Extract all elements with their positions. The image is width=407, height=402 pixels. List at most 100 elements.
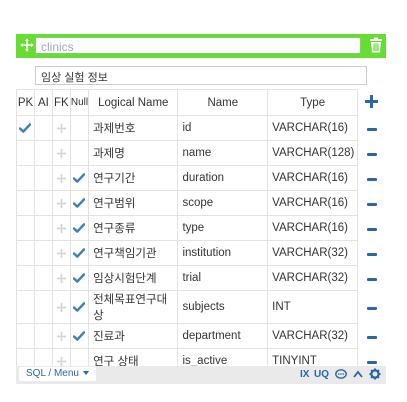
fk-toggle[interactable] <box>51 323 71 349</box>
column-type-input[interactable]: VARCHAR(16) <box>267 165 359 191</box>
column-row[interactable]: 과제번호 id VARCHAR(16) <box>16 115 386 141</box>
fk-toggle[interactable] <box>51 165 71 191</box>
column-row[interactable]: 임상시험단계 trial VARCHAR(32) <box>16 265 386 291</box>
add-column-button[interactable] <box>358 90 386 116</box>
null-toggle[interactable] <box>69 240 90 266</box>
column-name-input[interactable]: duration <box>177 165 269 191</box>
null-toggle[interactable] <box>69 165 90 191</box>
null-toggle[interactable] <box>69 265 90 291</box>
column-type-input[interactable]: VARCHAR(128) <box>267 140 359 166</box>
column-type-input[interactable]: VARCHAR(16) <box>267 190 359 216</box>
remove-column-button[interactable] <box>358 191 386 216</box>
logical-name-input[interactable]: 연구책임기관 <box>88 240 179 266</box>
fk-toggle[interactable] <box>51 115 71 141</box>
logical-name-input[interactable]: 전체목표연구대상 <box>88 290 179 324</box>
minus-icon[interactable] <box>366 253 377 256</box>
pk-toggle[interactable] <box>16 190 35 216</box>
remove-column-button[interactable] <box>358 216 386 241</box>
column-name-input[interactable]: type <box>177 215 269 241</box>
minus-icon[interactable] <box>366 228 377 231</box>
minus-icon[interactable] <box>366 178 377 181</box>
null-toggle[interactable] <box>69 290 90 324</box>
column-type-input[interactable]: VARCHAR(32) <box>267 323 359 349</box>
column-row[interactable]: 진료과 department VARCHAR(32) <box>16 323 386 349</box>
gear-icon[interactable] <box>369 368 381 380</box>
remove-column-button[interactable] <box>358 116 386 141</box>
pk-toggle[interactable] <box>16 240 35 266</box>
table-title-bar[interactable]: clinics <box>16 34 386 58</box>
fk-toggle[interactable] <box>51 140 71 166</box>
column-name-input[interactable]: id <box>177 115 269 141</box>
remove-column-button[interactable] <box>358 291 386 324</box>
ai-toggle[interactable] <box>33 290 53 324</box>
column-type-input[interactable]: VARCHAR(32) <box>267 240 359 266</box>
minus-icon[interactable] <box>366 153 377 156</box>
column-type-input[interactable]: INT <box>267 290 359 324</box>
fk-toggle[interactable] <box>51 215 71 241</box>
remove-column-button[interactable] <box>358 141 386 166</box>
logical-name-input[interactable]: 과제명 <box>88 140 179 166</box>
minus-icon[interactable] <box>366 278 377 281</box>
column-name-input[interactable]: scope <box>177 190 269 216</box>
ai-toggle[interactable] <box>33 323 53 349</box>
column-row[interactable]: 연구범위 scope VARCHAR(16) <box>16 190 386 216</box>
index-button[interactable]: IX <box>300 368 309 382</box>
ai-toggle[interactable] <box>33 240 53 266</box>
trash-icon[interactable] <box>369 37 383 53</box>
column-name-input[interactable]: name <box>177 140 269 166</box>
logical-name-input[interactable]: 과제번호 <box>88 115 179 141</box>
column-type-input[interactable]: VARCHAR(16) <box>267 115 359 141</box>
logical-name-input[interactable]: 연구범위 <box>88 190 179 216</box>
table-comment-input[interactable]: 임상 실험 정보 <box>35 66 367 85</box>
pk-toggle[interactable] <box>16 290 35 324</box>
column-row[interactable]: 과제명 name VARCHAR(128) <box>16 140 386 166</box>
column-name-input[interactable]: subjects <box>177 290 269 324</box>
fk-toggle[interactable] <box>51 290 71 324</box>
logical-name-input[interactable]: 임상시험단계 <box>88 265 179 291</box>
minus-icon[interactable] <box>366 203 377 206</box>
remove-column-button[interactable] <box>358 266 386 291</box>
pk-toggle[interactable] <box>16 265 35 291</box>
logical-name-input[interactable]: 진료과 <box>88 323 179 349</box>
collapse-icon[interactable] <box>353 370 363 378</box>
null-toggle[interactable] <box>69 215 90 241</box>
null-toggle[interactable] <box>69 323 90 349</box>
fk-toggle[interactable] <box>51 240 71 266</box>
minus-icon[interactable] <box>366 307 377 310</box>
remove-column-button[interactable] <box>358 324 386 349</box>
ai-toggle[interactable] <box>33 265 53 291</box>
pk-toggle[interactable] <box>16 115 35 141</box>
null-toggle[interactable] <box>69 190 90 216</box>
table-name-input[interactable]: clinics <box>35 37 361 54</box>
ai-toggle[interactable] <box>33 190 53 216</box>
column-row[interactable]: 전체목표연구대상 subjects INT <box>16 290 386 324</box>
minus-icon[interactable] <box>366 128 377 131</box>
comment-icon[interactable] <box>335 369 347 380</box>
column-type-input[interactable]: VARCHAR(32) <box>267 265 359 291</box>
pk-toggle[interactable] <box>16 140 35 166</box>
logical-name-input[interactable]: 연구기간 <box>88 165 179 191</box>
minus-icon[interactable] <box>366 336 377 339</box>
fk-toggle[interactable] <box>51 265 71 291</box>
pk-toggle[interactable] <box>16 323 35 349</box>
sql-menu-dropdown[interactable]: SQL / Menu <box>19 367 96 381</box>
ai-toggle[interactable] <box>33 140 53 166</box>
logical-name-input[interactable]: 연구종류 <box>88 215 179 241</box>
pk-toggle[interactable] <box>16 165 35 191</box>
column-name-input[interactable]: trial <box>177 265 269 291</box>
column-name-input[interactable]: institution <box>177 240 269 266</box>
null-toggle[interactable] <box>69 115 90 141</box>
plus-icon[interactable] <box>365 94 379 108</box>
remove-column-button[interactable] <box>358 166 386 191</box>
move-icon[interactable] <box>19 37 35 53</box>
ai-toggle[interactable] <box>33 115 53 141</box>
column-row[interactable]: 연구기간 duration VARCHAR(16) <box>16 165 386 191</box>
column-row[interactable]: 연구책임기관 institution VARCHAR(32) <box>16 240 386 266</box>
minus-icon[interactable] <box>366 361 377 364</box>
unique-button[interactable]: UQ <box>314 368 329 382</box>
ai-toggle[interactable] <box>33 165 53 191</box>
pk-toggle[interactable] <box>16 215 35 241</box>
column-name-input[interactable]: department <box>177 323 269 349</box>
fk-toggle[interactable] <box>51 190 71 216</box>
null-toggle[interactable] <box>69 140 90 166</box>
